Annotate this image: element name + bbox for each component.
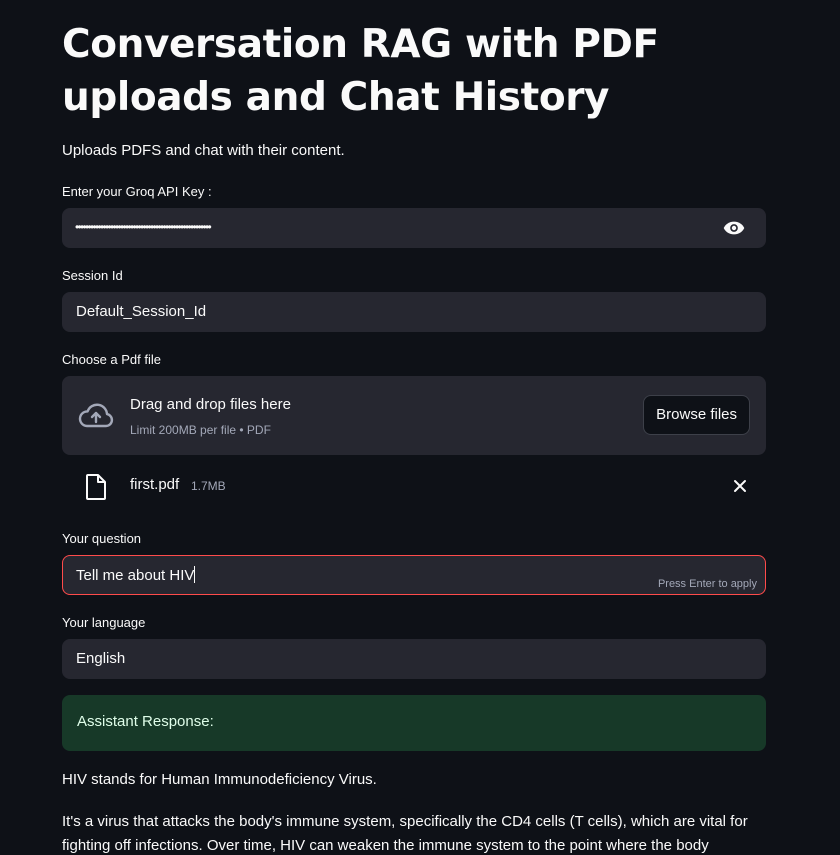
api-key-input[interactable]: ••••••••••••••••••••••••••••••••••••••••… <box>62 208 766 248</box>
page-title: Conversation RAG with PDF uploads and Ch… <box>62 22 659 120</box>
question-value-wrap: Tell me about HIV <box>76 566 196 584</box>
dropzone-limit: Limit 200MB per file • PDF <box>130 423 271 437</box>
api-key-label: Enter your Groq API Key : <box>62 184 212 199</box>
file-icon <box>86 474 106 500</box>
text-caret <box>194 566 196 583</box>
session-id-label: Session Id <box>62 268 123 283</box>
response-paragraph: HIV stands for Human Immunodeficiency Vi… <box>62 771 377 788</box>
uploaded-file-row: first.pdf 1.7MB <box>62 470 766 504</box>
response-paragraph: It's a virus that attacks the body's imm… <box>62 813 748 854</box>
eye-icon[interactable] <box>723 220 745 236</box>
api-key-masked-value: ••••••••••••••••••••••••••••••••••••••••… <box>75 220 212 234</box>
browse-files-button[interactable]: Browse files <box>643 395 750 435</box>
pdf-uploader-label: Choose a Pdf file <box>62 352 162 367</box>
language-value: English <box>76 650 126 667</box>
press-enter-hint: Press Enter to apply <box>657 578 757 590</box>
page-subtitle: Uploads PDFS and chat with their content… <box>62 142 345 159</box>
dropzone-title: Drag and drop files here <box>130 396 291 413</box>
cloud-upload-icon <box>78 403 114 428</box>
language-input[interactable]: English <box>62 639 766 679</box>
question-value: Tell me about HIV <box>76 567 195 584</box>
question-input[interactable]: Tell me about HIV Press Enter to apply <box>62 555 766 595</box>
close-icon[interactable] <box>732 478 748 494</box>
file-dropzone[interactable]: Drag and drop files here Limit 200MB per… <box>62 376 766 455</box>
uploaded-file-size: 1.7MB <box>191 479 226 493</box>
uploaded-file-name: first.pdf <box>130 476 180 493</box>
assistant-response-alert: Assistant Response: <box>62 695 766 751</box>
session-id-value: Default_Session_Id <box>76 303 207 320</box>
assistant-response-heading: Assistant Response: <box>77 713 214 730</box>
language-label: Your language <box>62 615 146 630</box>
app-page: Conversation RAG with PDF uploads and Ch… <box>0 0 840 855</box>
session-id-input[interactable]: Default_Session_Id <box>62 292 766 332</box>
question-label: Your question <box>62 531 142 546</box>
